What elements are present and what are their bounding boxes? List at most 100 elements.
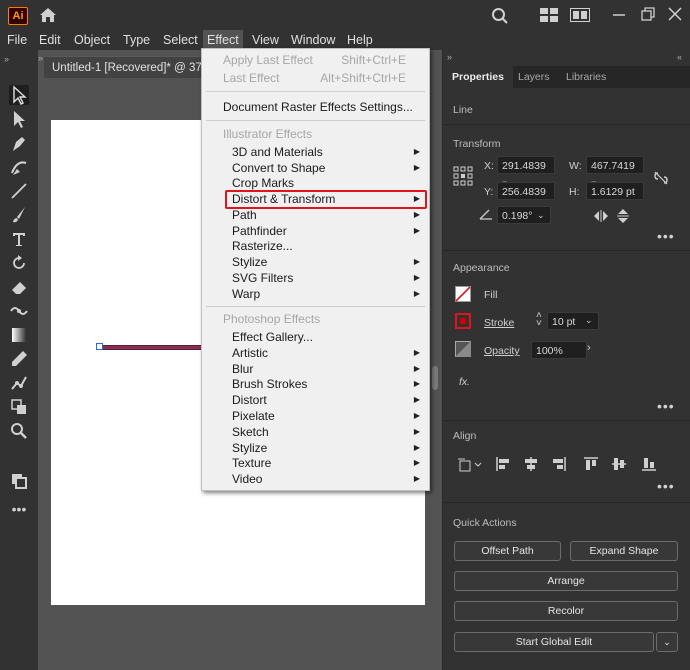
- w-field[interactable]: 467.7419 p: [586, 156, 644, 190]
- zoom-tool-icon[interactable]: [9, 421, 29, 441]
- menu-item-effect-gallery[interactable]: Effect Gallery...: [202, 329, 429, 345]
- h-field[interactable]: 1.6129 pt: [586, 182, 644, 200]
- menu-item-brush-strokes[interactable]: Brush Strokes ▶: [202, 376, 429, 392]
- align-top-icon[interactable]: [583, 456, 599, 475]
- anchor-point[interactable]: [96, 343, 103, 350]
- shape-builder-tool-icon[interactable]: [9, 397, 29, 417]
- direct-selection-tool-icon[interactable]: [9, 109, 29, 129]
- menu-item-stylize[interactable]: Stylize ▶: [202, 254, 429, 270]
- menu-item-sketch[interactable]: Sketch ▶: [202, 424, 429, 440]
- tab-properties[interactable]: Properties: [443, 66, 513, 88]
- panel-collapse-right-icon[interactable]: «: [677, 52, 682, 62]
- fx-label[interactable]: fx.: [459, 376, 470, 388]
- fill-label[interactable]: Fill: [484, 289, 497, 301]
- expand-panel-icon[interactable]: »: [38, 53, 43, 63]
- x-field[interactable]: 291.4839 p: [497, 156, 555, 190]
- gradient-tool-icon[interactable]: [9, 325, 29, 345]
- flip-horizontal-icon[interactable]: [593, 210, 609, 225]
- menu-select[interactable]: Select: [159, 30, 202, 50]
- menu-item-convert-to-shape[interactable]: Convert to Shape ▶: [202, 160, 429, 176]
- fill-stroke-icon[interactable]: [9, 471, 29, 491]
- stroke-weight-dropdown-icon[interactable]: ⌄: [585, 315, 593, 326]
- menu-item-3d-and-materials[interactable]: 3D and Materials ▶: [202, 144, 429, 160]
- offset-path-button[interactable]: Offset Path: [454, 541, 561, 561]
- menu-item-warp[interactable]: Warp ▶: [202, 286, 429, 302]
- close-icon[interactable]: [667, 6, 683, 25]
- menu-type[interactable]: Type: [119, 30, 154, 50]
- opacity-icon[interactable]: [455, 341, 471, 360]
- start-global-edit-button[interactable]: Start Global Edit: [454, 632, 654, 652]
- type-tool-icon[interactable]: [9, 229, 29, 249]
- y-field[interactable]: 256.4839 p: [497, 182, 555, 216]
- curvature-tool-icon[interactable]: [9, 157, 29, 177]
- menu-item-pathfinder[interactable]: Pathfinder ▶: [202, 223, 429, 239]
- fill-swatch-icon[interactable]: [455, 286, 471, 305]
- menu-item-distort[interactable]: Distort ▶: [202, 392, 429, 408]
- menu-item-pixelate[interactable]: Pixelate ▶: [202, 408, 429, 424]
- selection-tool-icon[interactable]: [9, 85, 29, 105]
- minimize-icon[interactable]: [612, 8, 626, 25]
- angle-dropdown-icon[interactable]: ⌄: [537, 210, 545, 221]
- align-vertical-center-icon[interactable]: [611, 456, 627, 475]
- collapse-toolbar-icon[interactable]: »: [4, 54, 9, 64]
- opacity-label[interactable]: Opacity: [484, 345, 520, 357]
- menu-effect[interactable]: Effect: [203, 30, 243, 50]
- eraser-tool-icon[interactable]: [9, 277, 29, 297]
- menu-item-path[interactable]: Path ▶: [202, 207, 429, 223]
- menu-item-svg-filters[interactable]: SVG Filters ▶: [202, 270, 429, 286]
- workspace-switcher-icon[interactable]: [540, 8, 558, 25]
- more-transform-options-icon[interactable]: •••: [657, 228, 675, 244]
- stroke-weight-stepper-icon[interactable]: ˄ ˅: [536, 311, 542, 329]
- home-icon[interactable]: [38, 6, 58, 27]
- line-segment-tool-icon[interactable]: [9, 181, 29, 201]
- paintbrush-tool-icon[interactable]: [9, 205, 29, 225]
- stroke-label[interactable]: Stroke: [484, 317, 514, 329]
- menu-item-rasterize[interactable]: Rasterize...: [202, 238, 429, 254]
- arrange-button[interactable]: Arrange: [454, 571, 678, 591]
- divider: [443, 124, 690, 125]
- flip-vertical-icon[interactable]: [617, 208, 629, 227]
- eyedropper-tool-icon[interactable]: [9, 349, 29, 369]
- align-left-icon[interactable]: [495, 456, 511, 475]
- align-to-icon[interactable]: [457, 456, 483, 475]
- search-icon[interactable]: [491, 7, 509, 28]
- menu-window[interactable]: Window: [287, 30, 339, 50]
- tab-layers[interactable]: Layers: [509, 66, 559, 88]
- menu-edit[interactable]: Edit: [35, 30, 65, 50]
- menu-item-blur[interactable]: Blur ▶: [202, 361, 429, 377]
- document-raster-effects-settings-item[interactable]: Document Raster Effects Settings...: [202, 99, 429, 115]
- align-right-icon[interactable]: [551, 456, 567, 475]
- expand-shape-button[interactable]: Expand Shape: [570, 541, 678, 561]
- menu-item-crop-marks[interactable]: Crop Marks: [202, 175, 429, 191]
- opacity-field[interactable]: 100%: [531, 341, 587, 359]
- stroke-swatch-icon[interactable]: [455, 313, 471, 332]
- recolor-button[interactable]: Recolor: [454, 601, 678, 621]
- restore-icon[interactable]: [640, 6, 656, 25]
- more-tools-icon[interactable]: •••: [9, 502, 29, 522]
- vertical-scrollbar[interactable]: [432, 366, 438, 390]
- align-bottom-icon[interactable]: [641, 456, 657, 475]
- menu-help[interactable]: Help: [343, 30, 377, 50]
- width-tool-icon[interactable]: [9, 301, 29, 321]
- more-appearance-options-icon[interactable]: •••: [657, 398, 675, 414]
- align-horizontal-center-icon[interactable]: [523, 456, 539, 475]
- menu-file[interactable]: File: [3, 30, 31, 50]
- pen-tool-icon[interactable]: [9, 133, 29, 153]
- puppet-warp-tool-icon[interactable]: [9, 373, 29, 393]
- document-tab[interactable]: Untitled-1 [Recovered]* @ 37.: [44, 56, 213, 78]
- menu-object[interactable]: Object: [70, 30, 114, 50]
- menu-item-texture[interactable]: Texture ▶: [202, 455, 429, 471]
- constrain-proportions-icon[interactable]: [653, 170, 669, 189]
- tab-libraries[interactable]: Libraries: [557, 66, 615, 88]
- panel-collapse-left-icon[interactable]: »: [447, 52, 452, 62]
- opacity-flyout-icon[interactable]: ›: [587, 342, 591, 354]
- arrange-documents-icon[interactable]: [570, 8, 590, 25]
- global-edit-options-icon[interactable]: ⌄: [656, 632, 678, 652]
- menu-view[interactable]: View: [248, 30, 283, 50]
- reference-point-icon[interactable]: [453, 166, 473, 189]
- menu-item-video[interactable]: Video ▶: [202, 471, 429, 487]
- menu-item-artistic[interactable]: Artistic ▶: [202, 345, 429, 361]
- menu-item-stylize-photoshop[interactable]: Stylize ▶: [202, 440, 429, 456]
- rotate-tool-icon[interactable]: [9, 253, 29, 273]
- more-align-options-icon[interactable]: •••: [657, 478, 675, 494]
